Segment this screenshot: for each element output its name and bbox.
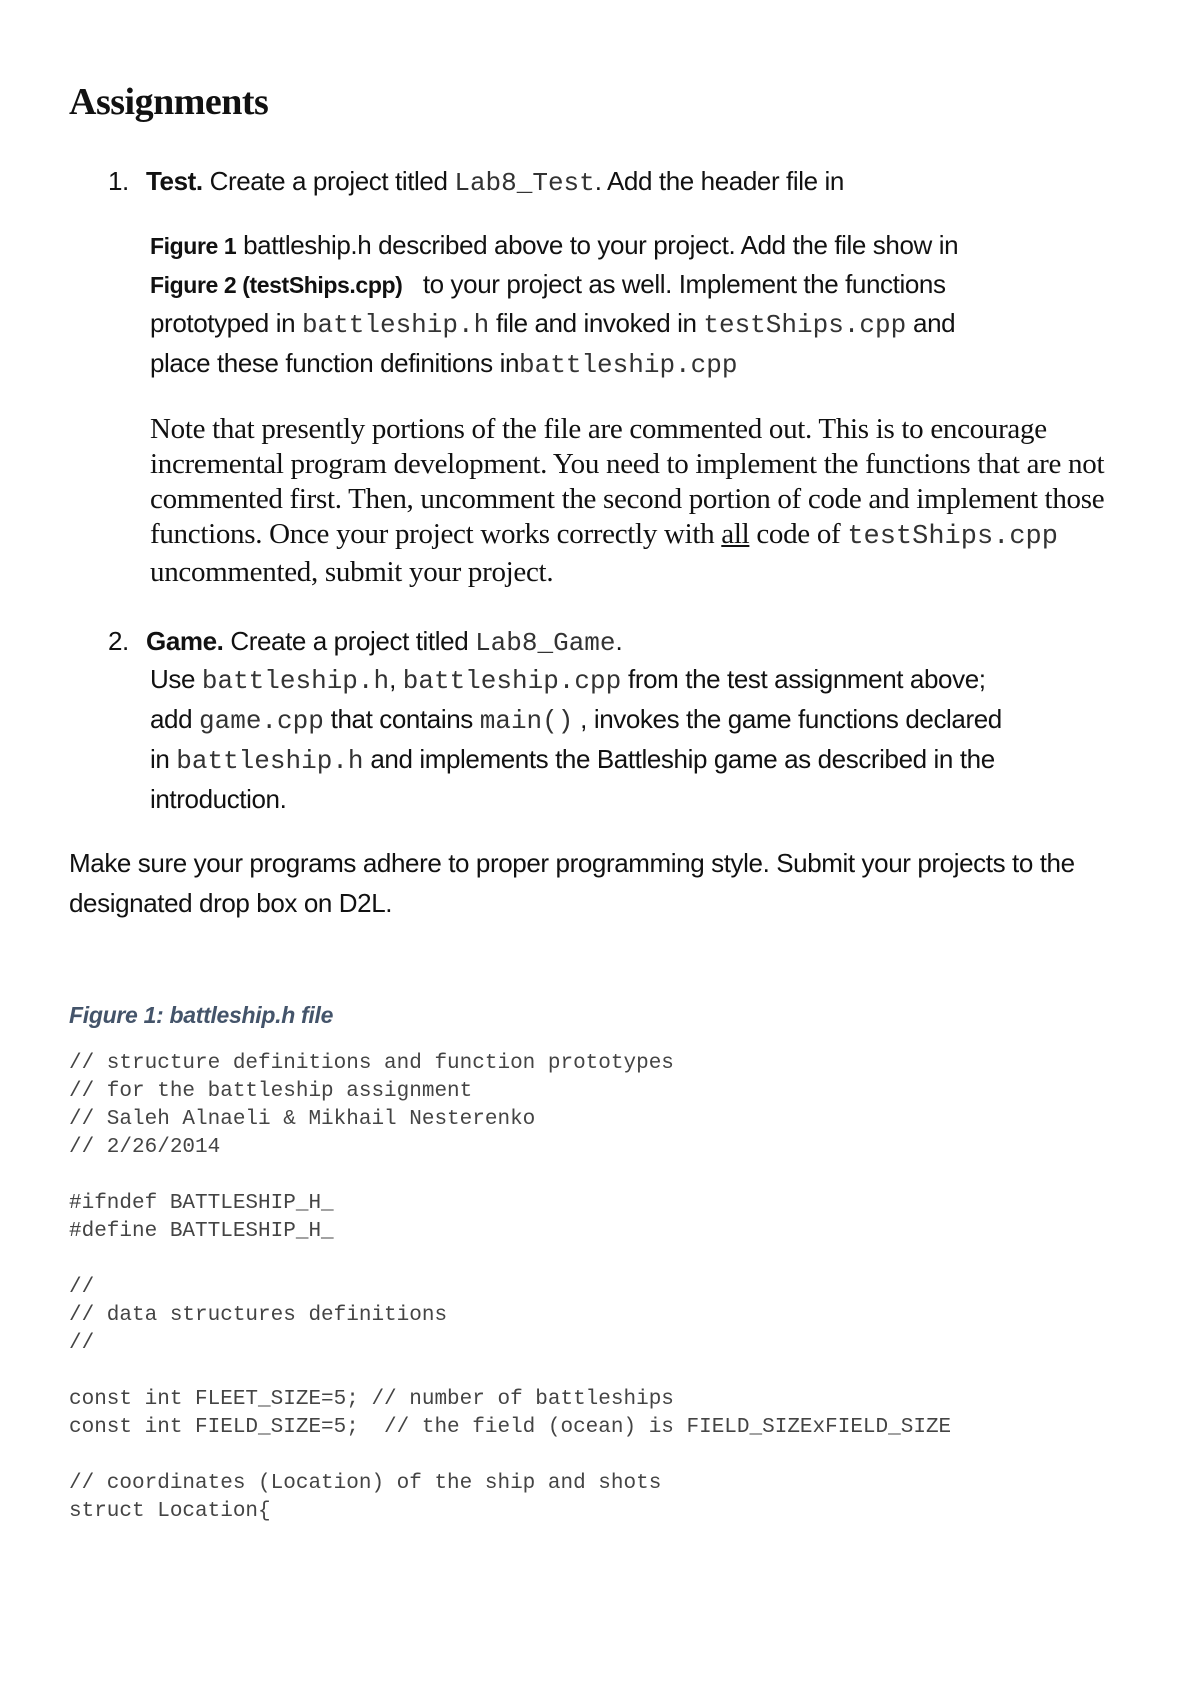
test-instructions: Figure 1 battleship.h described above to… (150, 226, 1110, 384)
code-battleship-cpp: battleship.cpp (402, 666, 622, 696)
text: place these function definitions in (150, 348, 520, 378)
text: battleship.h described above to your pro… (236, 230, 959, 260)
code-game-cpp: game.cpp (199, 706, 324, 736)
code-battleship-h: battleship.h (301, 310, 490, 340)
code-testships-cpp: testShips.cpp (703, 310, 907, 340)
code-line: const int FLEET_SIZE=5; // number of bat… (69, 1388, 674, 1411)
project-name: Lab8_Game (475, 628, 616, 658)
text: and (906, 308, 956, 338)
code-battleship-cpp: battleship.cpp (519, 350, 738, 380)
code-line: // (69, 1276, 95, 1299)
note-paragraph: Note that presently portions of the file… (150, 412, 1130, 590)
text: that contains (323, 704, 480, 734)
item-text: . Add the header file in (594, 166, 845, 196)
text: in (150, 744, 177, 774)
figure-caption: Figure 1: battleship.h file (69, 1002, 334, 1028)
figure-1-reference[interactable]: Figure 1 (150, 233, 237, 259)
code-line: const int FIELD_SIZE=5; // the field (oc… (69, 1416, 952, 1439)
text: Use (150, 664, 202, 694)
text: file and invoked in (489, 308, 704, 338)
item-text: Create a project titled (202, 166, 455, 196)
item-text: Create a project titled (223, 626, 476, 656)
text: to your project as well. Implement the f… (402, 269, 946, 299)
code-listing: // structure definitions and function pr… (69, 1050, 951, 1526)
code-line: // structure definitions and function pr… (69, 1052, 674, 1075)
code-line: // (69, 1332, 95, 1355)
figure-2-reference[interactable]: Figure 2 (testShips.cpp) (150, 272, 403, 298)
text: code of (749, 518, 848, 550)
text: , invokes the game functions declared (573, 704, 1002, 734)
game-instructions: Use battleship.h, battleship.cpp from th… (150, 660, 1110, 818)
code-line: // coordinates (Location) of the ship an… (69, 1472, 662, 1495)
code-line: // for the battleship assignment (69, 1080, 473, 1103)
item-number: 2. (108, 626, 129, 656)
code-line: struct Location{ (69, 1500, 271, 1523)
text: introduction. (150, 784, 287, 814)
emphasis-all: all (721, 518, 750, 550)
code-battleship-h: battleship.h (201, 666, 390, 696)
code-line: #define BATTLESHIP_H_ (69, 1220, 334, 1243)
project-name: Lab8_Test (454, 168, 595, 198)
text: uncommented, submit your project. (150, 556, 554, 588)
item-text: . (615, 626, 623, 656)
text: and implements the Battleship game as de… (363, 744, 995, 774)
page-title: Assignments (69, 81, 269, 123)
text: , (389, 664, 403, 694)
text: from the test assignment above; (621, 664, 986, 694)
text: prototyped in (150, 308, 302, 338)
item-label: Test. (146, 166, 203, 196)
code-main: main() (479, 706, 574, 736)
code-testships-cpp: testShips.cpp (847, 522, 1058, 552)
item-number: 1. (108, 166, 129, 196)
code-line: #ifndef BATTLESHIP_H_ (69, 1192, 334, 1215)
submission-note: Make sure your programs adhere to proper… (69, 848, 1075, 918)
text: add (150, 704, 200, 734)
item-label: Game. (146, 626, 224, 656)
document-page: Assignments 1. Test. Create a project ti… (0, 0, 1188, 1685)
code-line: // data structures definitions (69, 1304, 448, 1327)
code-line: // Saleh Alnaeli & Mikhail Nesterenko (69, 1108, 536, 1131)
code-line: // 2/26/2014 (69, 1136, 221, 1159)
code-battleship-h: battleship.h (176, 746, 364, 776)
